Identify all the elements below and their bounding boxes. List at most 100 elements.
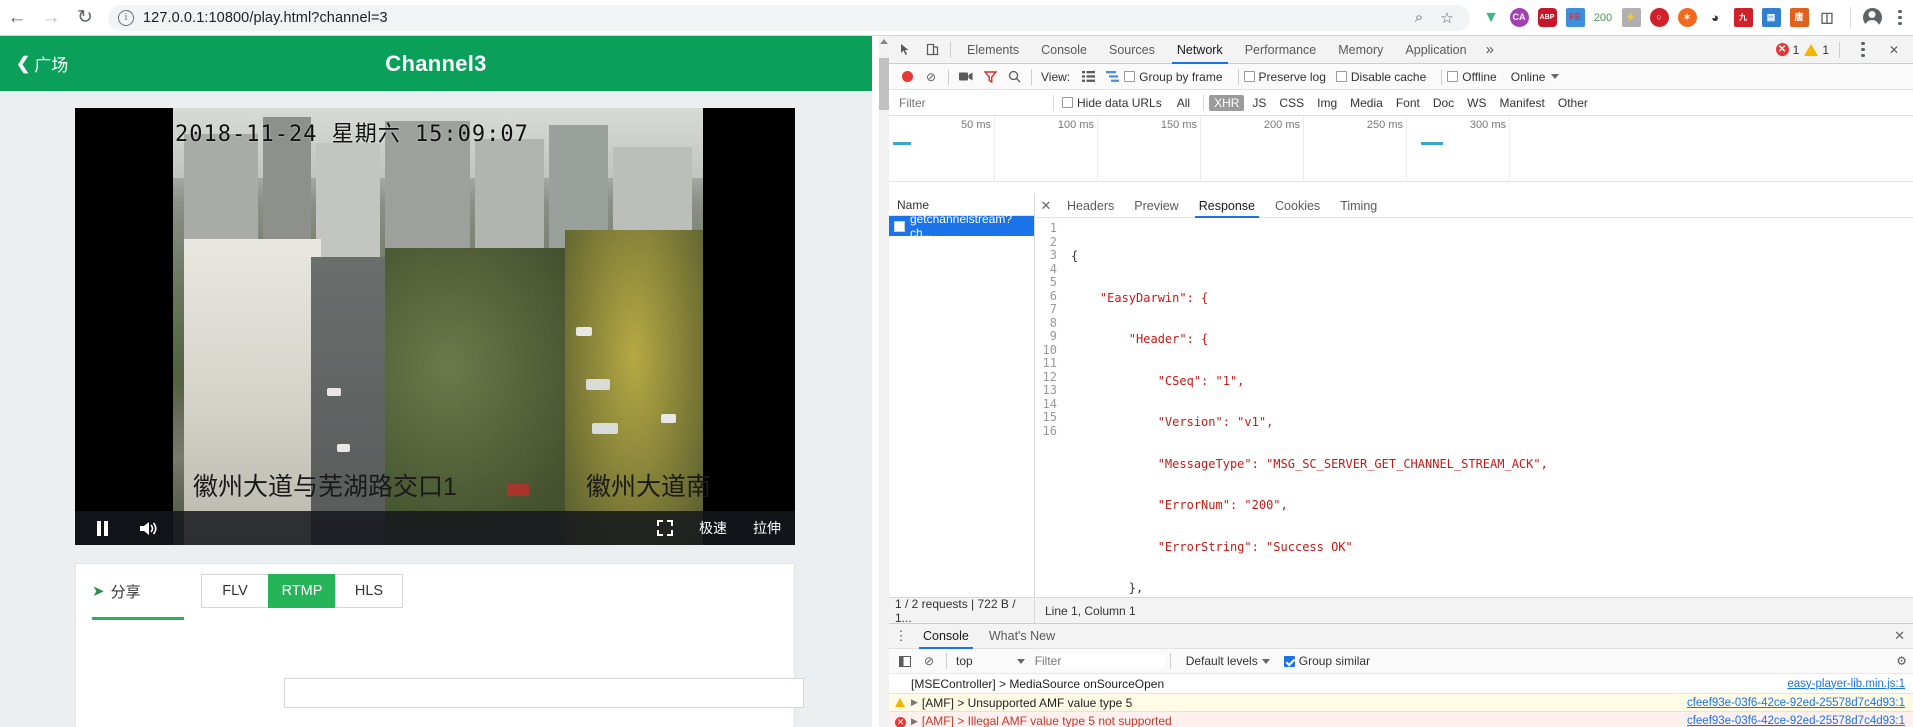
site-info-icon[interactable]: i (118, 9, 134, 26)
console-filter-input[interactable] (1034, 654, 1165, 668)
drawer-tab-whats-new[interactable]: What's New (979, 624, 1065, 649)
speed-button[interactable]: 极速 (699, 518, 727, 538)
console-message-source[interactable]: cfeef93e-03f6-42ce-92ed-25578d7c4d93:1 (1687, 697, 1905, 709)
adblock-plus-extension-icon[interactable]: ABP (1534, 5, 1560, 31)
detail-tab-cookies[interactable]: Cookies (1265, 194, 1330, 218)
fe-helper-extension-icon[interactable]: FE (1562, 5, 1588, 31)
scrollbar-thumb[interactable] (879, 58, 889, 110)
waterfall-view-icon[interactable] (1100, 65, 1124, 89)
console-message-source[interactable]: easy-player-lib.min.js:1 (1787, 678, 1905, 690)
console-message-warning[interactable]: ▶ [AMF] > Unsupported AMF value type 5 c… (889, 693, 1913, 712)
filter-funnel-icon[interactable] (978, 65, 1002, 89)
filter-type-ws[interactable]: WS (1462, 95, 1491, 111)
response-body-viewer[interactable]: 1 2 3 4 5 6 7 8 9 10 11 12 13 14 15 16 {… (1035, 218, 1913, 597)
back-arrow-icon[interactable]: ← (0, 1, 34, 35)
devtools-menu-icon[interactable] (1850, 37, 1876, 63)
tab-sources[interactable]: Sources (1098, 36, 1166, 64)
tab-network[interactable]: Network (1166, 36, 1234, 64)
reload-icon[interactable]: ↻ (68, 1, 102, 35)
clipboard-search-extension-icon[interactable]: ◫ (1814, 5, 1840, 31)
expand-arrow-icon[interactable]: ▶ (911, 716, 918, 727)
expand-arrow-icon[interactable]: ▶ (911, 697, 918, 708)
detail-tab-response[interactable]: Response (1189, 194, 1265, 218)
filter-type-other[interactable]: Other (1553, 95, 1593, 111)
list-view-icon[interactable] (1076, 65, 1100, 89)
chevron-down-icon[interactable] (1016, 658, 1025, 664)
video-canvas[interactable]: 2018-11-24 星期六 15:09:07 徽州大道与芜湖路交口1 徽州大道… (75, 108, 795, 545)
stretch-button[interactable]: 拉伸 (753, 518, 781, 538)
forward-arrow-icon[interactable]: → (34, 1, 68, 35)
chevron-down-icon[interactable] (1551, 74, 1560, 79)
device-toolbar-icon[interactable] (919, 37, 945, 63)
profile-avatar-icon[interactable] (1857, 3, 1887, 33)
back-to-plaza-button[interactable]: ❮ 广场 (16, 51, 68, 76)
share-button[interactable]: ➤ 分享 (92, 581, 184, 602)
tab-application[interactable]: Application (1394, 36, 1477, 64)
online-throttling-select[interactable]: Online (1511, 70, 1546, 84)
record-stop-icon[interactable] (895, 65, 919, 89)
browser-menu-icon[interactable] (1887, 5, 1913, 31)
console-message-error[interactable]: ✕ ▶ [AMF] > Illegal AMF value type 5 not… (889, 712, 1913, 727)
orange-chinese-extension-icon[interactable]: 唐 (1786, 5, 1812, 31)
inspect-element-icon[interactable] (893, 37, 919, 63)
group-similar-checkbox[interactable] (1283, 655, 1295, 667)
network-timeline-overview[interactable]: 50 ms 100 ms 150 ms 200 ms 250 ms 300 ms (889, 116, 1913, 182)
filter-type-img[interactable]: Img (1312, 95, 1342, 111)
drawer-close-icon[interactable]: ✕ (1894, 628, 1913, 644)
detail-tab-headers[interactable]: Headers (1057, 194, 1124, 218)
filter-type-doc[interactable]: Doc (1428, 95, 1459, 111)
clear-console-icon[interactable]: ⊘ (917, 649, 941, 673)
chevron-down-icon[interactable] (1261, 658, 1270, 664)
scroll-up-arrow-icon[interactable] (880, 39, 888, 44)
network-filter-input[interactable] (895, 93, 1045, 112)
pause-icon[interactable] (89, 515, 115, 541)
star-icon[interactable]: ☆ (1434, 5, 1460, 31)
volume-icon[interactable] (135, 515, 161, 541)
tab-elements[interactable]: Elements (956, 36, 1030, 64)
preserve-log-checkbox[interactable] (1243, 71, 1255, 82)
tab-rtmp[interactable]: RTMP (268, 574, 336, 608)
clear-icon[interactable]: ⊘ (919, 65, 943, 89)
console-context-select[interactable]: top (956, 654, 973, 668)
console-levels-select[interactable]: Default levels (1186, 654, 1258, 668)
drawer-options-icon[interactable]: ⋮ (889, 628, 913, 644)
lightning-extension-icon[interactable]: ⚡ (1618, 5, 1644, 31)
filter-type-media[interactable]: Media (1345, 95, 1388, 111)
drawer-tab-console[interactable]: Console (913, 624, 979, 649)
request-row-getchannelstream[interactable]: getchannelstream?ch... (889, 212, 1034, 240)
filter-type-font[interactable]: Font (1391, 95, 1425, 111)
filter-type-xhr[interactable]: XHR (1209, 94, 1245, 111)
cat-extension-icon[interactable]: ◕ (1702, 5, 1728, 31)
gear-icon[interactable]: ⚙ (1896, 654, 1913, 668)
tab-flv[interactable]: FLV (201, 574, 269, 608)
tab-performance[interactable]: Performance (1234, 36, 1328, 64)
filter-type-all[interactable]: All (1172, 95, 1195, 111)
filter-type-manifest[interactable]: Manifest (1495, 95, 1550, 111)
zoom-search-icon[interactable]: ⌕ (1406, 5, 1432, 31)
stream-url-input[interactable] (284, 678, 804, 708)
devtools-close-icon[interactable]: ✕ (1881, 37, 1907, 63)
disable-cache-checkbox[interactable] (1335, 71, 1347, 82)
group-by-frame-checkbox[interactable] (1124, 71, 1136, 82)
fullscreen-icon[interactable] (657, 520, 673, 536)
red-square-extension-icon[interactable]: 九 (1730, 5, 1756, 31)
counter-extension-icon[interactable]: 200 (1590, 5, 1616, 31)
console-message-source[interactable]: cfeef93e-03f6-42ce-92ed-25578d7c4d93:1 (1687, 715, 1905, 727)
search-icon[interactable] (1002, 65, 1026, 89)
ca-extension-icon[interactable]: CA (1506, 5, 1532, 31)
close-request-detail-icon[interactable]: ✕ (1035, 198, 1057, 214)
detail-tab-timing[interactable]: Timing (1330, 194, 1387, 218)
blue-square-extension-icon[interactable]: ▤ (1758, 5, 1784, 31)
opera-red-extension-icon[interactable]: ○ (1646, 5, 1672, 31)
filter-type-css[interactable]: CSS (1274, 95, 1309, 111)
video-player[interactable]: 2018-11-24 星期六 15:09:07 徽州大道与芜湖路交口1 徽州大道… (75, 108, 795, 545)
offline-checkbox[interactable] (1447, 71, 1459, 82)
vue-devtools-extension-icon[interactable]: ▼ (1478, 5, 1504, 31)
tab-console[interactable]: Console (1030, 36, 1098, 64)
tab-hls[interactable]: HLS (335, 574, 403, 608)
chevron-double-right-icon[interactable]: » (1478, 41, 1502, 58)
console-message-log[interactable]: [MSEController] > MediaSource onSourceOp… (889, 674, 1913, 693)
filter-type-js[interactable]: JS (1247, 95, 1271, 111)
page-scrollbar[interactable] (879, 36, 889, 727)
orange-circle-extension-icon[interactable]: ✶ (1674, 5, 1700, 31)
